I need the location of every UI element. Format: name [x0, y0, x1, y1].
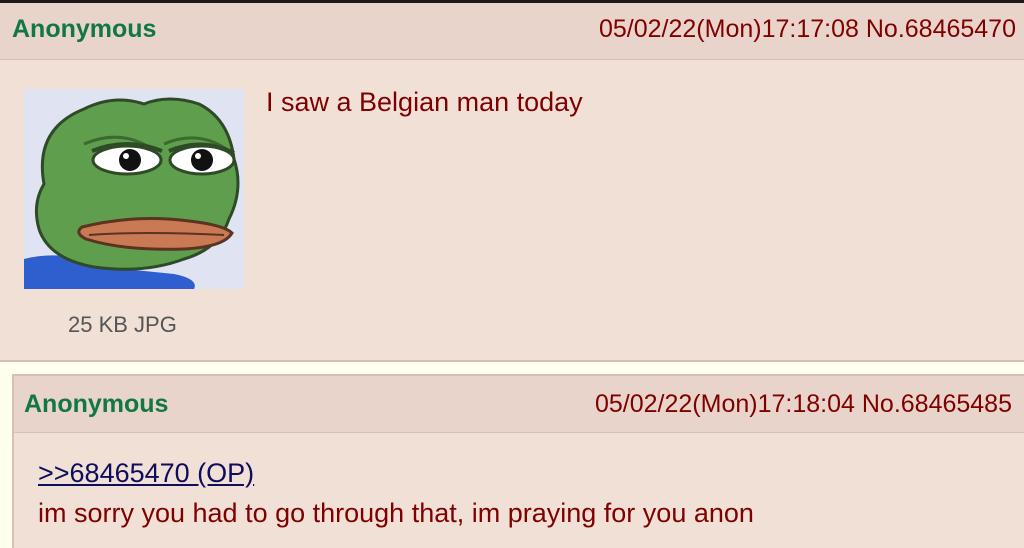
- post-meta: 05/02/22(Mon)17:17:08 No.68465470: [599, 15, 1016, 44]
- pepe-frog-image: [24, 89, 244, 289]
- reply-post: Anonymous 05/02/22(Mon)17:18:04 No.68465…: [12, 374, 1024, 548]
- post-number[interactable]: No.68465485: [862, 390, 1012, 418]
- post-datetime: 05/02/22(Mon)17:17:08: [598, 15, 859, 43]
- quote-link[interactable]: >>68465470 (OP): [38, 458, 254, 489]
- poster-name: Anonymous: [12, 15, 157, 43]
- post-message: im sorry you had to go through that, im …: [38, 498, 754, 528]
- post-image-thumbnail[interactable]: [24, 89, 244, 289]
- op-post: Anonymous 05/02/22(Mon)17:17:08 No.68465…: [0, 3, 1024, 362]
- post-number[interactable]: No.68465470: [866, 15, 1016, 43]
- poster-name: Anonymous: [24, 390, 169, 418]
- post-header: Anonymous 05/02/22(Mon)17:18:04 No.68465…: [14, 376, 1024, 433]
- post-datetime: 05/02/22(Mon)17:18:04: [594, 390, 855, 418]
- post-header: Anonymous 05/02/22(Mon)17:17:08 No.68465…: [0, 3, 1024, 60]
- post-meta: 05/02/22(Mon)17:18:04 No.68465485: [595, 390, 1012, 419]
- file-info: 25 KB JPG: [68, 312, 177, 337]
- post-message: I saw a Belgian man today: [266, 87, 583, 117]
